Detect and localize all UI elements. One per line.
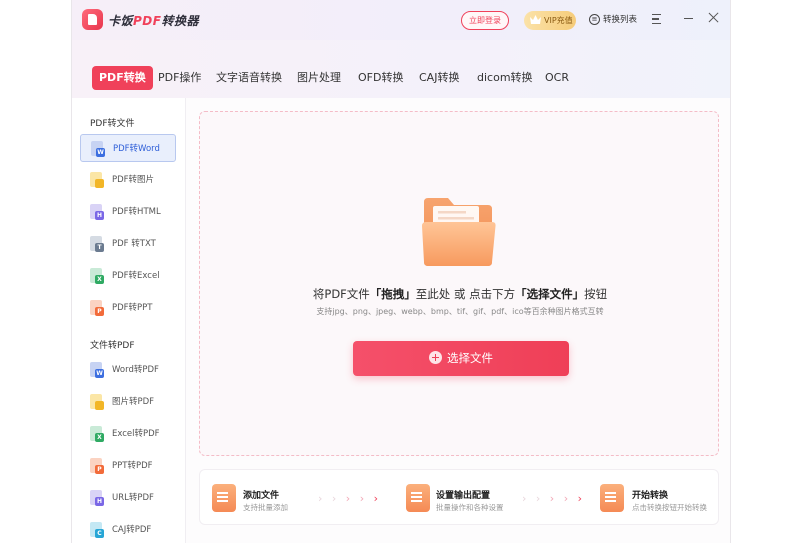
tab-pdf-operate[interactable]: PDF操作 bbox=[158, 66, 201, 90]
ppt-file-icon: P bbox=[90, 300, 104, 316]
excel-file-icon: X bbox=[90, 426, 104, 442]
start-convert-step-icon bbox=[600, 484, 624, 512]
select-file-button[interactable]: 选择文件 bbox=[353, 341, 569, 376]
minimize-icon[interactable] bbox=[684, 18, 693, 20]
sidebar-section-title: PDF转文件 bbox=[90, 119, 135, 129]
tab-caj-convert[interactable]: CAJ转换 bbox=[419, 66, 459, 90]
step-desc: 支持批量添加 bbox=[243, 503, 288, 512]
tab-dicom-convert[interactable]: dicom转换 bbox=[477, 66, 533, 90]
crown-icon bbox=[530, 15, 541, 24]
caj-file-icon: C bbox=[90, 522, 104, 538]
sidebar-item-pdf-to-html[interactable]: H PDF转HTML bbox=[80, 198, 176, 226]
sidebar-item-pdf-to-txt[interactable]: T PDF 转TXT bbox=[80, 230, 176, 258]
login-button[interactable]: 立即登录 bbox=[461, 11, 509, 30]
sidebar-item-pdf-to-image[interactable]: PDF转图片 bbox=[80, 166, 176, 194]
sidebar-item-pdf-to-excel[interactable]: X PDF转Excel bbox=[80, 262, 176, 290]
step-title: 开始转换 bbox=[632, 491, 669, 501]
drop-instruction: 将PDF文件「拖拽」至此处 或 点击下方「选择文件」按钮 bbox=[312, 287, 608, 301]
sidebar-section-title: 文件转PDF bbox=[90, 341, 135, 351]
sidebar-item-caj-to-pdf[interactable]: C CAJ转PDF bbox=[80, 516, 176, 543]
folder-icon bbox=[422, 198, 496, 266]
step-desc: 批量操作和各种设置 bbox=[436, 503, 504, 512]
menu-icon[interactable] bbox=[652, 14, 661, 24]
tab-text-speech[interactable]: 文字语音转换 bbox=[216, 66, 282, 90]
sidebar-item-url-to-pdf[interactable]: H URL转PDF bbox=[80, 484, 176, 512]
step-arrows-icon: › › › › › bbox=[318, 492, 381, 505]
word-file-icon: W bbox=[90, 362, 104, 378]
step-desc: 点击转换按钮开始转换 bbox=[632, 503, 707, 512]
excel-file-icon: X bbox=[90, 268, 104, 284]
ppt-file-icon: P bbox=[90, 458, 104, 474]
html-file-icon: H bbox=[90, 490, 104, 506]
app-window: 卡饭PDF转换器 立即登录 VIP充值 ≡ 转换列表 PDF转换 PDF操作 文… bbox=[71, 0, 731, 543]
file-drop-zone[interactable]: 将PDF文件「拖拽」至此处 或 点击下方「选择文件」按钮 支持jpg、png、j… bbox=[199, 111, 719, 456]
supported-formats-text: 支持jpg、png、jpeg、webp、bmp、tif、gif、pdf、ico等… bbox=[316, 307, 604, 316]
add-file-step-icon bbox=[212, 484, 236, 512]
output-settings-step-icon bbox=[406, 484, 430, 512]
image-file-icon bbox=[90, 394, 104, 410]
step-title: 添加文件 bbox=[243, 491, 280, 501]
app-logo-icon bbox=[82, 9, 103, 30]
main-tabs: PDF转换 PDF操作 文字语音转换 图片处理 OFD转换 CAJ转换 dico… bbox=[72, 40, 730, 98]
plus-icon bbox=[429, 351, 442, 364]
sidebar-item-pdf-to-word[interactable]: W PDF转Word bbox=[80, 134, 176, 162]
sidebar-item-excel-to-pdf[interactable]: X Excel转PDF bbox=[80, 420, 176, 448]
close-icon[interactable] bbox=[708, 12, 719, 23]
tab-ocr[interactable]: OCR bbox=[545, 66, 569, 90]
convert-list-button[interactable]: ≡ 转换列表 bbox=[589, 12, 637, 28]
step-title: 设置输出配置 bbox=[436, 491, 491, 501]
sidebar-item-pdf-to-ppt[interactable]: P PDF转PPT bbox=[80, 294, 176, 322]
step-arrows-icon: › › › › › bbox=[522, 492, 585, 505]
html-file-icon: H bbox=[90, 204, 104, 220]
sidebar: PDF转文件 W PDF转Word PDF转图片 H PDF转HTML T PD… bbox=[72, 98, 186, 543]
app-title: 卡饭PDF转换器 bbox=[108, 14, 199, 28]
sidebar-item-ppt-to-pdf[interactable]: P PPT转PDF bbox=[80, 452, 176, 480]
tab-pdf-convert[interactable]: PDF转换 bbox=[92, 66, 153, 90]
title-bar: 卡饭PDF转换器 立即登录 VIP充值 ≡ 转换列表 bbox=[72, 0, 730, 40]
steps-bar: 添加文件 支持批量添加 › › › › › 设置输出配置 批量操作和各种设置 ›… bbox=[199, 469, 719, 525]
txt-file-icon: T bbox=[90, 236, 104, 252]
tab-image-process[interactable]: 图片处理 bbox=[297, 66, 341, 90]
word-file-icon: W bbox=[91, 141, 105, 157]
image-file-icon bbox=[90, 172, 104, 188]
sidebar-item-image-to-pdf[interactable]: 图片转PDF bbox=[80, 388, 176, 416]
list-icon: ≡ bbox=[589, 14, 600, 25]
tab-ofd-convert[interactable]: OFD转换 bbox=[358, 66, 403, 90]
sidebar-item-word-to-pdf[interactable]: W Word转PDF bbox=[80, 356, 176, 384]
vip-recharge-button[interactable]: VIP充值 bbox=[524, 11, 576, 30]
